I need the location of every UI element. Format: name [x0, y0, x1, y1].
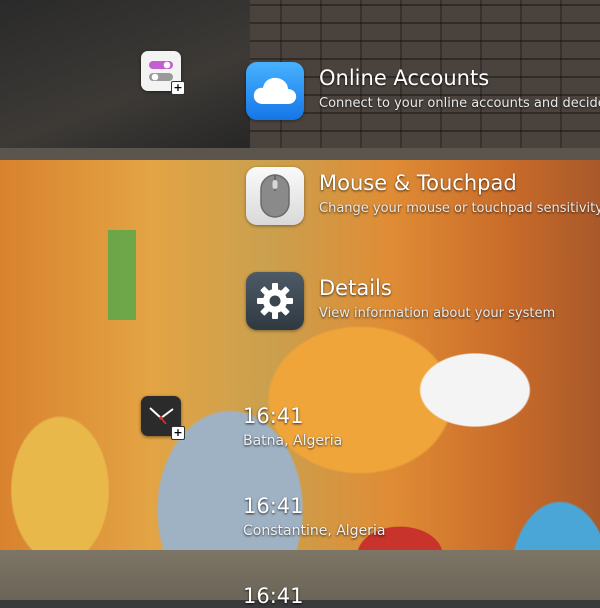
clock-time-third[interactable]: 16:41	[243, 584, 304, 608]
clock-time-batna[interactable]: 16:41	[243, 404, 304, 428]
dark-window-frame	[0, 0, 250, 150]
mouse-icon	[260, 174, 290, 218]
mouse-touchpad-description: Change your mouse or touchpad sensitivit…	[319, 201, 600, 216]
gear-icon	[257, 283, 293, 319]
mouse-touchpad-icon[interactable]	[246, 167, 304, 225]
mouse-touchpad-title[interactable]: Mouse & Touchpad	[319, 171, 517, 195]
graffiti-green-shape	[108, 230, 136, 320]
cloud-icon	[253, 77, 297, 104]
online-accounts-icon[interactable]	[246, 62, 304, 120]
details-description: View information about your system	[319, 306, 556, 321]
online-accounts-description: Connect to your online accounts and deci…	[319, 96, 600, 111]
details-icon[interactable]	[246, 272, 304, 330]
online-accounts-title[interactable]: Online Accounts	[319, 66, 489, 90]
clock-time-constantine[interactable]: 16:41	[243, 494, 304, 518]
clock-place-batna: Batna, Algeria	[243, 433, 343, 449]
details-title[interactable]: Details	[319, 276, 392, 300]
clock-place-constantine: Constantine, Algeria	[243, 523, 386, 539]
add-favorite-clocks-badge[interactable]: +	[171, 426, 185, 440]
add-favorite-tweaks-badge[interactable]: +	[171, 81, 185, 95]
